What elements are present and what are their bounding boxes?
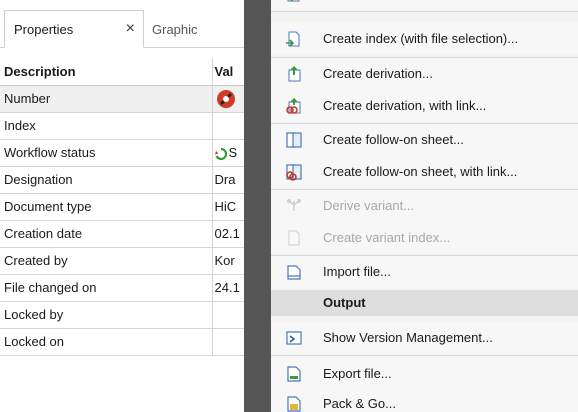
table-row[interactable]: Number (0, 85, 244, 113)
menu-item-label: Create variant index... (323, 230, 451, 245)
menu-item-create-index-file-selection[interactable]: Create index (with file selection)... (271, 23, 578, 55)
context-menu: Create index... Create index (with file … (244, 0, 578, 412)
row-value-text: S (228, 145, 238, 160)
column-header-description[interactable]: Description (0, 58, 213, 86)
menu-item-create-index[interactable]: Create index... (271, 0, 578, 10)
row-value: 24.1 (212, 274, 244, 302)
menu-item-label: Show Version Management... (323, 330, 493, 345)
tab-graphic[interactable]: Graphic (150, 10, 244, 48)
menu-item-label: Pack & Go... (323, 396, 396, 411)
pack-and-go-icon (287, 396, 301, 412)
row-value (212, 301, 244, 329)
menu-item-label: Create index (with file selection)... (323, 31, 519, 46)
column-header-value[interactable]: Val (212, 58, 244, 86)
row-value: HiC (212, 193, 244, 221)
row-label: Designation (0, 166, 213, 194)
row-value (212, 328, 244, 356)
version-management-icon (286, 331, 302, 345)
menu-item-export-file[interactable]: Export file... (271, 358, 578, 390)
row-value: Kor (212, 247, 244, 275)
menu-section-header-output: Output (271, 290, 578, 316)
properties-table: Description Val Number Index Workflow st… (0, 58, 244, 356)
derivation-icon (288, 66, 301, 82)
row-label: Created by (0, 247, 213, 275)
menu-item-label: Create derivation... (323, 66, 433, 81)
row-label: Locked on (0, 328, 213, 356)
row-value: Dra (212, 166, 244, 194)
table-header-row: Description Val (0, 58, 244, 86)
row-label: Number (0, 85, 213, 113)
menu-separator (271, 11, 578, 12)
menu-item-create-follow-on-sheet-link[interactable]: Create follow-on sheet, with link... (271, 156, 578, 188)
row-label: Workflow status (0, 139, 213, 167)
menu-item-import-file[interactable]: Import file... (271, 256, 578, 288)
menu-item-pack-and-go[interactable]: Pack & Go... (271, 388, 578, 412)
menu-section-header-label: Output (323, 295, 366, 310)
menu-gutter (244, 0, 271, 412)
table-row[interactable]: Creation date 02.1 (0, 220, 244, 248)
menu-item-label: Create follow-on sheet, with link... (323, 164, 518, 179)
menu-item-create-derivation-link[interactable]: Create derivation, with link... (271, 90, 578, 122)
menu-item-label: Derive variant... (323, 198, 415, 213)
menu-item-label: Export file... (323, 366, 392, 381)
row-label: Locked by (0, 301, 213, 329)
index-file-icon (286, 31, 300, 47)
create-index-icon (287, 0, 300, 2)
tab-graphic-label: Graphic (152, 21, 198, 37)
row-value: S (212, 139, 244, 167)
tab-strip: Properties × Graphic (0, 10, 244, 48)
menu-item-label: Create derivation, with link... (323, 98, 487, 113)
tab-properties[interactable]: Properties × (4, 10, 144, 48)
row-value (212, 85, 244, 113)
row-value: 02.1 (212, 220, 244, 248)
tab-properties-label: Properties (14, 21, 74, 37)
table-row[interactable]: Index (0, 112, 244, 140)
menu-item-label: Create follow-on sheet... (323, 132, 464, 147)
follow-on-sheet-icon (286, 132, 302, 148)
table-row[interactable]: Designation Dra (0, 166, 244, 194)
table-row[interactable]: Locked by (0, 301, 244, 329)
follow-on-sheet-link-icon (286, 164, 302, 181)
row-label: Creation date (0, 220, 213, 248)
workflow-status-icon (214, 147, 227, 160)
import-file-icon (287, 265, 301, 280)
number-document-icon (216, 89, 235, 108)
export-file-icon (287, 366, 301, 382)
close-icon[interactable]: × (126, 21, 135, 37)
row-value (212, 112, 244, 140)
properties-panel: Properties × Graphic Description Val Num… (0, 0, 244, 412)
menu-item-create-follow-on-sheet[interactable]: Create follow-on sheet... (271, 124, 578, 156)
menu-item-show-version-management[interactable]: Show Version Management... (271, 322, 578, 354)
table-row[interactable]: Locked on (0, 328, 244, 356)
table-row[interactable]: Workflow status S (0, 139, 244, 167)
menu-item-create-variant-index[interactable]: Create variant index... (271, 222, 578, 254)
table-row[interactable]: File changed on 24.1 (0, 274, 244, 302)
menu-item-derive-variant[interactable]: Derive variant... (271, 190, 578, 222)
variant-index-icon (288, 230, 300, 246)
derivation-link-icon (286, 98, 301, 114)
menu-item-create-derivation[interactable]: Create derivation... (271, 58, 578, 90)
row-label: File changed on (0, 274, 213, 302)
table-row[interactable]: Document type HiC (0, 193, 244, 221)
row-label: Index (0, 112, 213, 140)
derive-variant-icon (287, 199, 301, 211)
menu-separator (271, 355, 578, 356)
menu-item-label: Import file... (323, 264, 391, 279)
table-row[interactable]: Created by Kor (0, 247, 244, 275)
row-label: Document type (0, 193, 213, 221)
menu-item-label: Create index... (323, 0, 408, 10)
